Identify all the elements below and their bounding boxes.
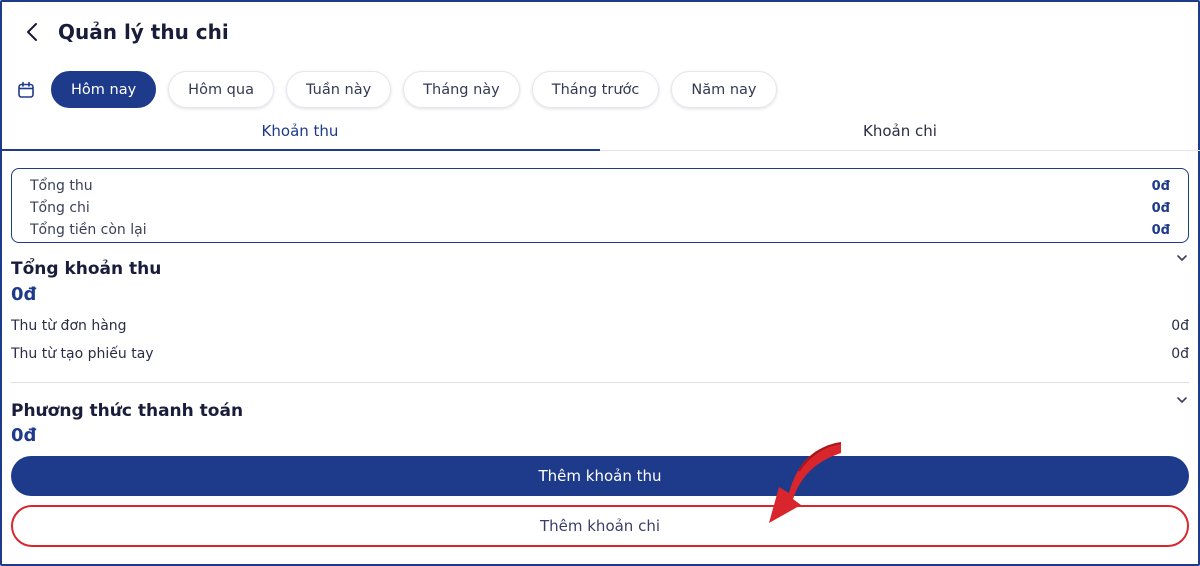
summary-value: 0đ [1151,222,1170,238]
summary-value: 0đ [1151,200,1170,216]
back-button[interactable] [22,18,42,46]
income-section-total: 0đ [11,284,37,305]
payment-section-title: Phương thức thanh toán [11,401,244,421]
filter-chip-this-year[interactable]: Năm nay [671,71,777,108]
list-item: Thu từ tạo phiếu tay 0đ [11,346,1189,362]
income-row-value: 0đ [1171,318,1189,334]
chevron-down-icon[interactable] [1175,251,1189,265]
summary-row: Tổng thu 0đ [30,175,1170,197]
summary-label: Tổng thu [30,178,93,194]
app-header: Quản lý thu chi [22,18,229,46]
tab-bar: Khoản thu Khoản chi [0,113,1200,151]
calendar-button[interactable] [14,78,38,102]
chevron-left-icon [27,23,37,41]
section-divider [11,382,1189,383]
summary-label: Tổng tiền còn lại [30,222,147,238]
summary-box: Tổng thu 0đ Tổng chi 0đ Tổng tiền còn lạ… [11,168,1189,243]
filter-chip-today[interactable]: Hôm nay [51,71,157,108]
chevron-down-icon[interactable] [1175,393,1189,407]
add-income-button[interactable]: Thêm khoản thu [11,456,1189,496]
calendar-icon [18,81,34,98]
payment-section-total: 0đ [11,425,37,446]
summary-label: Tổng chi [30,200,90,216]
filter-chip-last-month[interactable]: Tháng trước [531,71,660,108]
filter-chip-this-month[interactable]: Tháng này [403,71,520,108]
page-title: Quản lý thu chi [58,20,229,44]
tab-expense[interactable]: Khoản chi [600,113,1200,150]
date-filter-bar: Hôm nay Hôm qua Tuần này Tháng này Tháng… [14,71,789,108]
summary-value: 0đ [1151,178,1170,194]
income-row-label: Thu từ đơn hàng [11,318,127,334]
add-expense-button[interactable]: Thêm khoản chi [11,505,1189,547]
summary-row: Tổng tiền còn lại 0đ [30,219,1170,241]
income-row-value: 0đ [1171,346,1189,362]
tab-income[interactable]: Khoản thu [0,113,600,151]
list-item: Thu từ đơn hàng 0đ [11,318,1189,334]
filter-chip-this-week[interactable]: Tuần này [285,71,392,108]
summary-row: Tổng chi 0đ [30,197,1170,219]
filter-chip-yesterday[interactable]: Hôm qua [168,71,274,108]
income-section-title: Tổng khoản thu [11,259,162,279]
income-row-label: Thu từ tạo phiếu tay [11,346,154,362]
